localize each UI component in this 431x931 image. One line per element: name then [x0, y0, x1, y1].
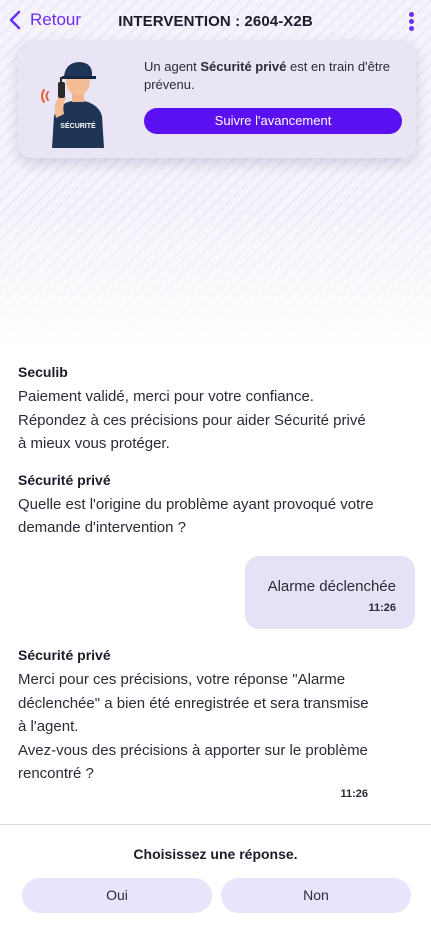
- reply-no-button[interactable]: Non: [221, 878, 411, 913]
- chat-message: Seculib Paiement validé, merci pour votr…: [18, 364, 418, 456]
- chat-message: Sécurité privé Quelle est l'origine du p…: [18, 472, 418, 540]
- reply-yes-button[interactable]: Oui: [22, 878, 212, 913]
- status-message: Un agent Sécurité privé est en train d'ê…: [144, 59, 391, 92]
- message-text: Quelle est l'origine du problème ayant p…: [18, 495, 374, 537]
- more-options-icon[interactable]: [407, 12, 415, 34]
- message-sender: Seculib: [18, 364, 68, 380]
- page-title: INTERVENTION : 2604-X2B: [118, 13, 313, 30]
- message-sender: Sécurité privé: [18, 471, 111, 488]
- chat-thread: Seculib Paiement validé, merci pour votr…: [18, 364, 418, 556]
- agent-type: Sécurité privé: [200, 59, 287, 74]
- chat-message: Sécurité privé Merci pour ces précisions…: [18, 647, 418, 800]
- status-card: SÉCURITÉ Un agent Sécurité privé est en …: [18, 40, 416, 158]
- reply-footer: Choisissez une réponse. Oui Non: [0, 824, 431, 931]
- app-header: Retour INTERVENTION : 2604-X2B: [0, 0, 431, 44]
- user-reply-bubble: Alarme déclenchée 11:26: [245, 556, 415, 629]
- message-text: Paiement validé, merci pour votre confia…: [18, 388, 366, 452]
- user-reply-text: Alarme déclenchée: [267, 578, 396, 595]
- message-time: 11:26: [368, 602, 396, 614]
- security-agent-illustration: SÉCURITÉ: [41, 62, 104, 148]
- message-time: 11:26: [340, 787, 368, 800]
- illustration-badge-text: SÉCURITÉ: [60, 121, 96, 130]
- track-progress-button[interactable]: Suivre l'avancement: [144, 108, 402, 134]
- chat-thread-continued: Sécurité privé Merci pour ces précisions…: [18, 647, 418, 816]
- message-text: Merci pour ces précisions, votre réponse…: [18, 671, 369, 782]
- message-sender: Sécurité privé: [18, 647, 111, 663]
- reply-prompt: Choisissez une réponse.: [133, 846, 298, 862]
